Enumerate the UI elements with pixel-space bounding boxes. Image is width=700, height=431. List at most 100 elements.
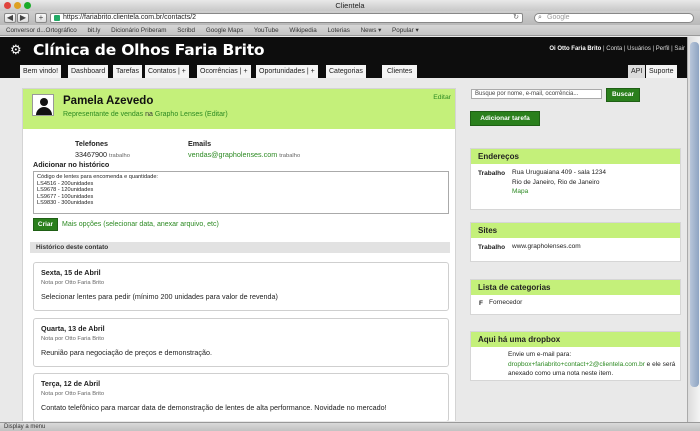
history-note: Terça, 12 de Abril Nota por Otto Faria B… xyxy=(33,373,449,421)
company-link[interactable]: Grapho Lenses xyxy=(155,111,203,118)
user-greeting: Oi Otto Faria Brito xyxy=(549,46,602,52)
page-scrollbar[interactable] xyxy=(687,37,700,422)
contact-at: na xyxy=(145,111,153,118)
tab-occurrences-add[interactable]: | + xyxy=(240,68,248,75)
phone-row: 33467900 trabalho xyxy=(75,150,130,159)
contact-role: Representante de vendas xyxy=(63,111,144,118)
phone-type: trabalho xyxy=(108,153,130,159)
dropbox-line-2: dropbox+fariabrito+contact+2@clientela.c… xyxy=(508,360,678,370)
address-bar[interactable]: https://fariabrito.clientela.com.br/cont… xyxy=(50,13,523,23)
address-lines: Rua Uruguaiana 409 - sala 1234 Rio de Ja… xyxy=(512,168,606,197)
reload-icon[interactable]: ↻ xyxy=(513,14,519,22)
contact-search-input[interactable]: Busque por nome, e-mail, ocorrência... xyxy=(471,89,602,99)
link-logout[interactable]: Sair xyxy=(674,46,685,52)
email-row: vendas@grapholenses.com trabalho xyxy=(188,150,300,159)
window-controls[interactable] xyxy=(4,2,31,9)
edit-company-link[interactable]: (Editar) xyxy=(205,111,228,118)
bookmark-item[interactable]: Scribd xyxy=(177,27,195,34)
link-account[interactable]: Conta xyxy=(606,46,622,52)
edit-contact-link[interactable]: Editar xyxy=(433,94,451,101)
emails-label: Emails xyxy=(188,139,212,148)
add-history-label: Adicionar no histórico xyxy=(33,160,110,169)
bookmarks-bar: Conversor d...Ortográfico bit.ly Dicioná… xyxy=(0,25,700,36)
note-date: Sexta, 15 de Abril xyxy=(41,268,101,277)
add-task-button[interactable]: Adicionar tarefa xyxy=(470,111,540,126)
site-link[interactable]: www.grapholenses.com xyxy=(512,242,581,252)
history-note-textarea[interactable]: Código de lentes para encomenda e quanti… xyxy=(33,171,449,214)
bookmark-item[interactable]: Popular ▾ xyxy=(392,27,419,34)
dropbox-line-3: anexado como uma nota neste item. xyxy=(508,370,614,377)
tab-welcome[interactable]: Bem vindo! xyxy=(20,65,62,78)
forward-arrow-icon[interactable]: ▶ xyxy=(17,13,29,23)
browser-search-field[interactable]: ⌕ Google xyxy=(534,13,694,23)
note-text: Reunião para negociação de preços e demo… xyxy=(41,348,213,357)
contact-subtitle: Representante de vendas na Grapho Lenses… xyxy=(63,111,228,118)
browser-status-bar: Display a menu xyxy=(0,422,700,431)
phones-label: Telefones xyxy=(75,139,109,148)
bookmark-item[interactable]: Conversor d...Ortográfico xyxy=(6,27,77,34)
link-profile[interactable]: Perfil xyxy=(656,46,670,52)
history-note: Sexta, 15 de Abril Nota por Otto Faria B… xyxy=(33,262,449,311)
dropbox-line-2-rest: e ele será xyxy=(646,360,676,368)
scrollbar-thumb[interactable] xyxy=(690,42,699,387)
minimize-window-icon[interactable] xyxy=(14,2,21,9)
category-letter: F xyxy=(479,300,483,307)
bookmark-item[interactable]: Loterias xyxy=(327,27,349,34)
search-icon: ⌕ xyxy=(538,14,542,21)
close-window-icon[interactable] xyxy=(4,2,11,9)
contact-header: Pamela Azevedo Representante de vendas n… xyxy=(23,89,455,129)
tab-opportunities-add[interactable]: | + xyxy=(307,68,315,75)
address-type: Trabalho xyxy=(478,170,506,177)
category-link[interactable]: Fornecedor xyxy=(489,298,522,308)
tab-tasks[interactable]: Tarefas xyxy=(113,65,142,78)
bookmark-item[interactable]: Dicionário Priberam xyxy=(111,27,166,34)
bookmark-item[interactable]: News ▾ xyxy=(361,27,382,34)
tab-occurrences[interactable]: Ocorrências | + xyxy=(197,65,251,78)
browser-search-placeholder: Google xyxy=(547,14,570,21)
contact-panel: Pamela Azevedo Representante de vendas n… xyxy=(22,88,456,421)
note-author: Nota por Otto Faria Brito xyxy=(41,280,105,286)
note-date: Quarta, 13 de Abril xyxy=(41,324,105,333)
contact-name: Pamela Azevedo xyxy=(63,95,154,107)
tab-api[interactable]: API xyxy=(628,65,646,78)
tab-clients[interactable]: Clientes xyxy=(382,65,418,78)
dropbox-box: Aqui há uma dropbox Envie um e-mail para… xyxy=(470,331,681,381)
email-link[interactable]: vendas@grapholenses.com xyxy=(188,150,277,159)
site-type: Trabalho xyxy=(478,244,506,251)
browser-toolbar: ◀ ▶ + https://fariabrito.clientela.com.b… xyxy=(0,11,700,25)
tab-dashboard[interactable]: Dashboard xyxy=(68,65,109,78)
more-options-link[interactable]: Mais opções (selecionar data, anexar arq… xyxy=(62,221,219,228)
tab-categories[interactable]: Categorias xyxy=(326,65,366,78)
dropbox-address-link[interactable]: dropbox+fariabrito+contact+2@clientela.c… xyxy=(508,361,645,368)
tab-contacts-add[interactable]: | + xyxy=(178,68,186,75)
address-line-1: Rua Uruguaiana 409 - sala 1234 xyxy=(512,169,606,176)
addresses-box: Endereços Trabalho Rua Uruguaiana 409 - … xyxy=(470,148,681,210)
gear-icon: ⚙ xyxy=(10,42,22,57)
app-title: Clínica de Olhos Faria Brito xyxy=(33,41,265,59)
map-link[interactable]: Mapa xyxy=(512,187,606,197)
window-title: Clientela xyxy=(335,1,365,10)
main-nav-tabs: Bem vindo! Dashboard Tarefas Contatos | … xyxy=(0,63,687,78)
tab-contacts[interactable]: Contatos | + xyxy=(145,65,189,78)
email-type: trabalho xyxy=(279,153,301,159)
back-arrow-icon[interactable]: ◀ xyxy=(4,13,16,23)
tab-support[interactable]: Suporte xyxy=(646,65,677,78)
history-section-title: Histórico deste contato xyxy=(30,242,450,253)
note-text: Selecionar lentes para pedir (mínimo 200… xyxy=(41,292,278,301)
search-button[interactable]: Buscar xyxy=(606,88,640,102)
add-bookmark-plus-icon[interactable]: + xyxy=(35,13,47,23)
dropbox-line-1: Envie um e-mail para: xyxy=(508,351,572,358)
bookmark-item[interactable]: Wikipedia xyxy=(289,27,316,34)
create-note-button[interactable]: Criar xyxy=(33,218,58,231)
contact-avatar-icon xyxy=(32,94,54,116)
zoom-window-icon[interactable] xyxy=(24,2,31,9)
note-author: Nota por Otto Faria Brito xyxy=(41,391,105,397)
categories-title: Lista de categorias xyxy=(471,280,680,295)
bookmark-item[interactable]: YouTube xyxy=(254,27,279,34)
window-titlebar: Clientela xyxy=(0,0,700,11)
bookmark-item[interactable]: Google Maps xyxy=(206,27,243,34)
tab-opportunities[interactable]: Oportunidades | + xyxy=(256,65,318,78)
link-users[interactable]: Usuários xyxy=(627,46,651,52)
bookmark-item[interactable]: bit.ly xyxy=(87,27,100,34)
tab-contacts-label: Contatos xyxy=(148,68,177,75)
